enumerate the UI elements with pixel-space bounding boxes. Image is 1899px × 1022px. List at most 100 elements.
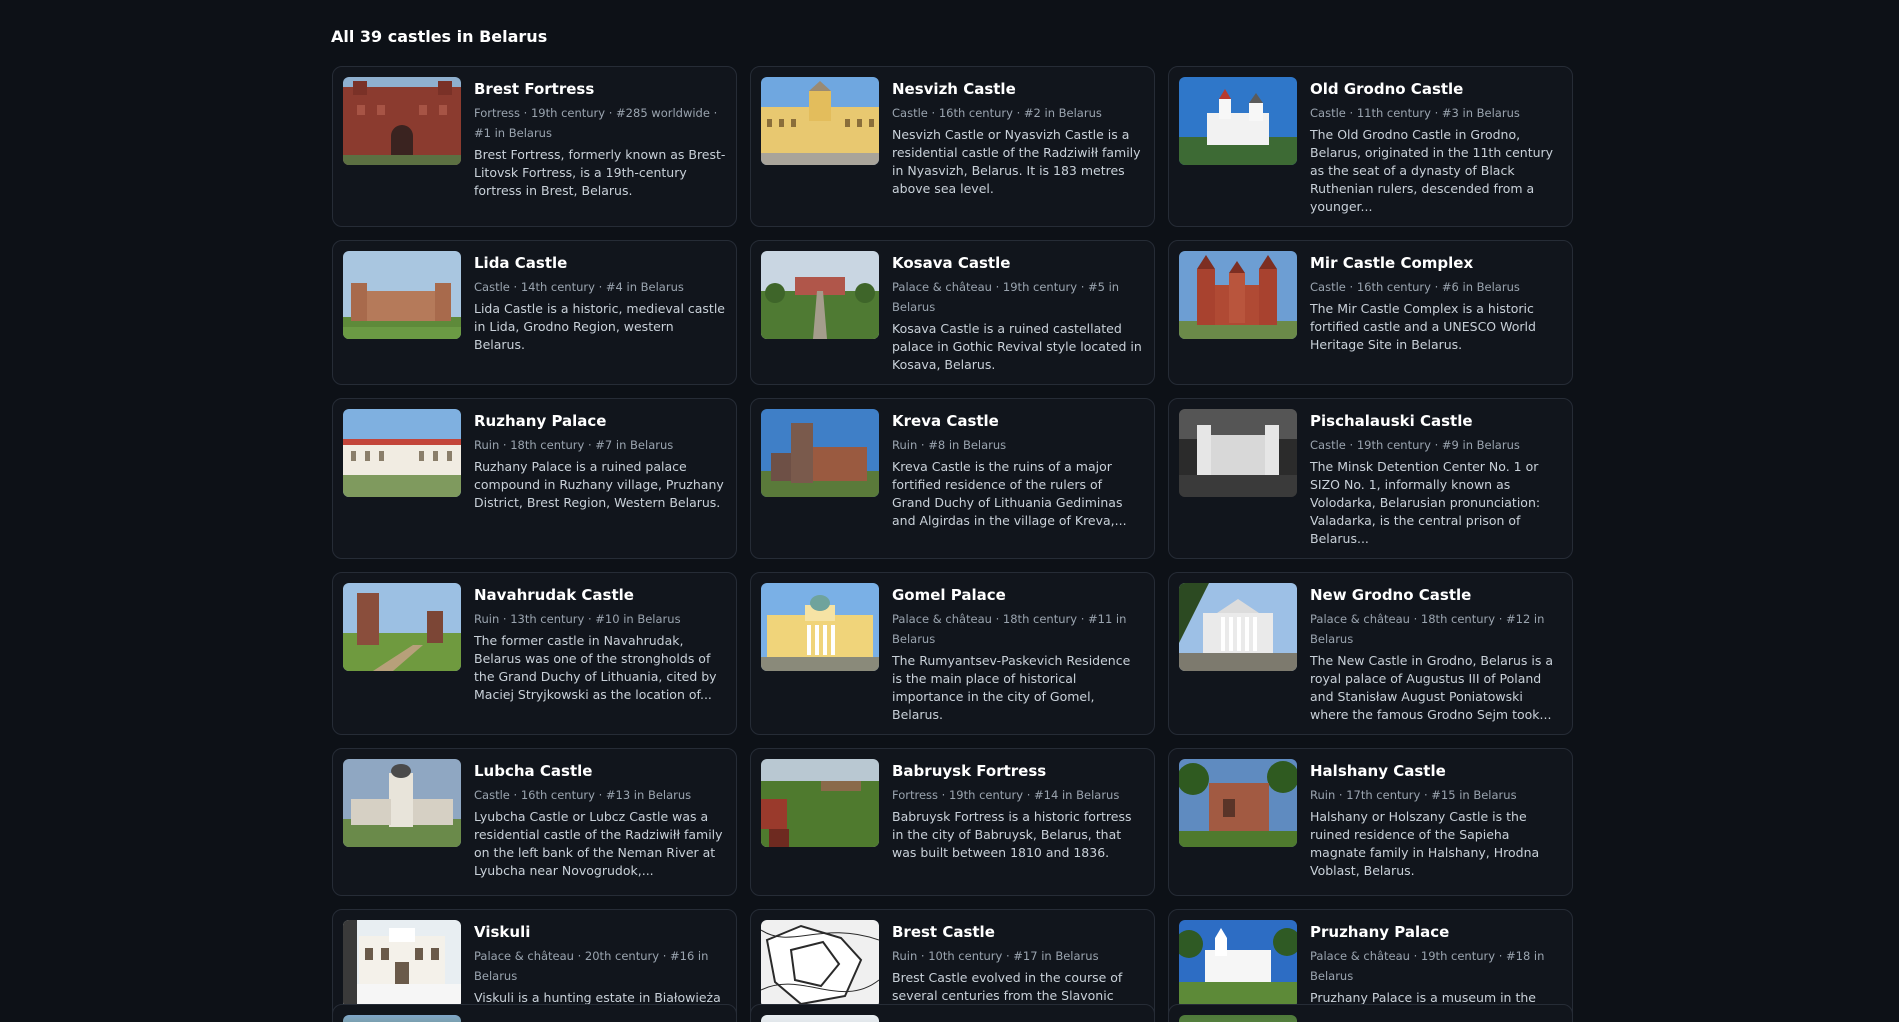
castle-description: The Mir Castle Complex is a historic for… bbox=[1310, 301, 1536, 352]
castle-info: Babruysk Fortress Fortress · 19th century… bbox=[892, 759, 1144, 862]
castle-card[interactable]: Brest Fortress Fortress · 19th century · … bbox=[332, 66, 737, 227]
castle-title[interactable]: Pruzhany Palace bbox=[1310, 922, 1562, 942]
castle-meta: Castle · 16th century · #13 in Belarus bbox=[474, 788, 692, 802]
castle-thumbnail bbox=[343, 583, 461, 671]
castle-thumbnail bbox=[1179, 759, 1297, 847]
castle-info: Nesvizh Castle Castle · 16th century · #2… bbox=[892, 77, 1144, 198]
castle-meta: Ruin · 10th century · #17 in Belarus bbox=[892, 949, 1099, 963]
castle-thumbnail bbox=[761, 251, 879, 339]
castle-meta: Fortress · 19th century · #285 worldwide… bbox=[474, 106, 718, 140]
castle-info: Mir Castle Complex Castle · 16th century … bbox=[1310, 251, 1562, 354]
castle-description: The New Castle in Grodno, Belarus is a r… bbox=[1310, 653, 1553, 722]
castle-card[interactable]: Babruysk Fortress Fortress · 19th century… bbox=[750, 748, 1155, 896]
castle-card[interactable]: Mir Castle Complex Castle · 16th century … bbox=[1168, 240, 1573, 385]
castle-title[interactable]: Viskuli bbox=[474, 922, 726, 942]
castle-thumbnail bbox=[1179, 1015, 1297, 1022]
castle-info: Halshany Castle Ruin · 17th century · #15… bbox=[1310, 759, 1562, 880]
castle-meta: Castle · 11th century · #3 in Belarus bbox=[1310, 106, 1520, 120]
castle-description: Kosava Castle is a ruined castellated pa… bbox=[892, 321, 1142, 372]
castle-title[interactable]: Mir Castle Complex bbox=[1310, 253, 1562, 273]
castle-title[interactable]: Kosava Castle bbox=[892, 253, 1144, 273]
castle-thumbnail bbox=[1179, 583, 1297, 671]
castle-thumbnail bbox=[761, 77, 879, 165]
castle-thumbnail bbox=[1179, 409, 1297, 497]
castle-card[interactable]: Halshany Castle Ruin · 17th century · #15… bbox=[1168, 748, 1573, 896]
castle-grid: Brest Fortress Fortress · 19th century · … bbox=[332, 66, 1573, 1022]
castle-card[interactable]: Pischalauski Castle Castle · 19th century… bbox=[1168, 398, 1573, 559]
castle-meta: Ruin · 17th century · #15 in Belarus bbox=[1310, 788, 1517, 802]
castle-card[interactable]: Nesvizh Castle Castle · 16th century · #2… bbox=[750, 66, 1155, 227]
castle-info: Ruzhany Palace Ruin · 18th century · #7 i… bbox=[474, 409, 726, 512]
castle-description: Lida Castle is a historic, medieval cast… bbox=[474, 301, 726, 352]
castle-card-partial[interactable] bbox=[332, 1004, 737, 1022]
castle-meta: Palace & château · 18th century · #11 in… bbox=[892, 612, 1127, 646]
castle-card[interactable]: Gomel Palace Palace & château · 18th cent… bbox=[750, 572, 1155, 735]
castles-page: All 39 castles in Belarus Brest Fortress… bbox=[0, 0, 1899, 1022]
castle-title[interactable]: Halshany Castle bbox=[1310, 761, 1562, 781]
castle-card[interactable]: Lida Castle Castle · 14th century · #4 in… bbox=[332, 240, 737, 385]
castle-card[interactable]: Lubcha Castle Castle · 16th century · #13… bbox=[332, 748, 737, 896]
castle-card[interactable]: Navahrudak Castle Ruin · 13th century · #… bbox=[332, 572, 737, 735]
castle-thumbnail bbox=[343, 77, 461, 165]
castle-info: Kosava Castle Palace & château · 19th cen… bbox=[892, 251, 1144, 374]
castle-description: The Rumyantsev-Paskevich Residence is th… bbox=[892, 653, 1131, 722]
castle-info: Lida Castle Castle · 14th century · #4 in… bbox=[474, 251, 726, 354]
castle-thumbnail bbox=[761, 409, 879, 497]
castle-description: The former castle in Navahrudak, Belarus… bbox=[474, 633, 717, 702]
castle-title[interactable]: Lubcha Castle bbox=[474, 761, 726, 781]
castle-info: New Grodno Castle Palace & château · 18th… bbox=[1310, 583, 1562, 724]
castle-title[interactable]: Nesvizh Castle bbox=[892, 79, 1144, 99]
castle-card-partial[interactable] bbox=[1168, 1004, 1573, 1022]
castle-thumbnail bbox=[343, 251, 461, 339]
castle-card[interactable]: Kosava Castle Palace & château · 19th cen… bbox=[750, 240, 1155, 385]
castle-title[interactable]: Lida Castle bbox=[474, 253, 726, 273]
castle-card[interactable]: Kreva Castle Ruin · #8 in Belarus Kreva Ca… bbox=[750, 398, 1155, 559]
castle-title[interactable]: Gomel Palace bbox=[892, 585, 1144, 605]
castle-thumbnail bbox=[761, 920, 879, 1008]
castle-title[interactable]: Pischalauski Castle bbox=[1310, 411, 1562, 431]
castle-info: Navahrudak Castle Ruin · 13th century · #… bbox=[474, 583, 726, 704]
castle-thumbnail bbox=[1179, 251, 1297, 339]
castle-info: Brest Fortress Fortress · 19th century · … bbox=[474, 77, 726, 200]
castle-description: Ruzhany Palace is a ruined palace compou… bbox=[474, 459, 724, 510]
castle-thumbnail bbox=[1179, 920, 1297, 1008]
castle-description: Nesvizh Castle or Nyasvizh Castle is a r… bbox=[892, 127, 1141, 196]
castle-meta: Palace & château · 19th century · #18 in… bbox=[1310, 949, 1545, 983]
castle-title[interactable]: New Grodno Castle bbox=[1310, 585, 1562, 605]
castle-thumbnail bbox=[761, 583, 879, 671]
castle-meta: Castle · 16th century · #6 in Belarus bbox=[1310, 280, 1520, 294]
castle-description: The Minsk Detention Center No. 1 or SIZO… bbox=[1310, 459, 1541, 546]
castle-title[interactable]: Kreva Castle bbox=[892, 411, 1144, 431]
castle-title[interactable]: Navahrudak Castle bbox=[474, 585, 726, 605]
castle-info: Kreva Castle Ruin · #8 in Belarus Kreva Ca… bbox=[892, 409, 1144, 530]
castle-description: Brest Fortress, formerly known as Brest-… bbox=[474, 147, 726, 198]
castle-thumbnail bbox=[761, 759, 879, 847]
castle-meta: Castle · 16th century · #2 in Belarus bbox=[892, 106, 1102, 120]
castle-meta: Ruin · 18th century · #7 in Belarus bbox=[474, 438, 674, 452]
castle-thumbnail bbox=[343, 1015, 461, 1022]
castle-info: Old Grodno Castle Castle · 11th century ·… bbox=[1310, 77, 1562, 216]
castle-meta: Castle · 14th century · #4 in Belarus bbox=[474, 280, 684, 294]
castle-thumbnail bbox=[761, 1015, 879, 1022]
castle-card[interactable]: Old Grodno Castle Castle · 11th century ·… bbox=[1168, 66, 1573, 227]
castle-description: Babruysk Fortress is a historic fortress… bbox=[892, 809, 1132, 860]
castle-title[interactable]: Brest Castle bbox=[892, 922, 1144, 942]
page-title: All 39 castles in Belarus bbox=[331, 27, 548, 46]
castle-title[interactable]: Brest Fortress bbox=[474, 79, 726, 99]
castle-meta: Palace & château · 18th century · #12 in… bbox=[1310, 612, 1545, 646]
castle-description: Halshany or Holszany Castle is the ruine… bbox=[1310, 809, 1540, 878]
castle-description: Kreva Castle is the ruins of a major for… bbox=[892, 459, 1127, 528]
castle-card[interactable]: Ruzhany Palace Ruin · 18th century · #7 i… bbox=[332, 398, 737, 559]
castle-meta: Palace & château · 19th century · #5 in … bbox=[892, 280, 1120, 314]
castle-title[interactable]: Old Grodno Castle bbox=[1310, 79, 1562, 99]
castle-thumbnail bbox=[1179, 77, 1297, 165]
castle-card[interactable]: New Grodno Castle Palace & château · 18th… bbox=[1168, 572, 1573, 735]
next-row-partial bbox=[332, 1004, 1573, 1022]
castle-info: Lubcha Castle Castle · 16th century · #13… bbox=[474, 759, 726, 880]
castle-description: Lyubcha Castle or Lubcz Castle was a res… bbox=[474, 809, 723, 878]
castle-thumbnail bbox=[343, 759, 461, 847]
castle-title[interactable]: Ruzhany Palace bbox=[474, 411, 726, 431]
castle-title[interactable]: Babruysk Fortress bbox=[892, 761, 1144, 781]
castle-card-partial[interactable] bbox=[750, 1004, 1155, 1022]
castle-thumbnail bbox=[343, 409, 461, 497]
